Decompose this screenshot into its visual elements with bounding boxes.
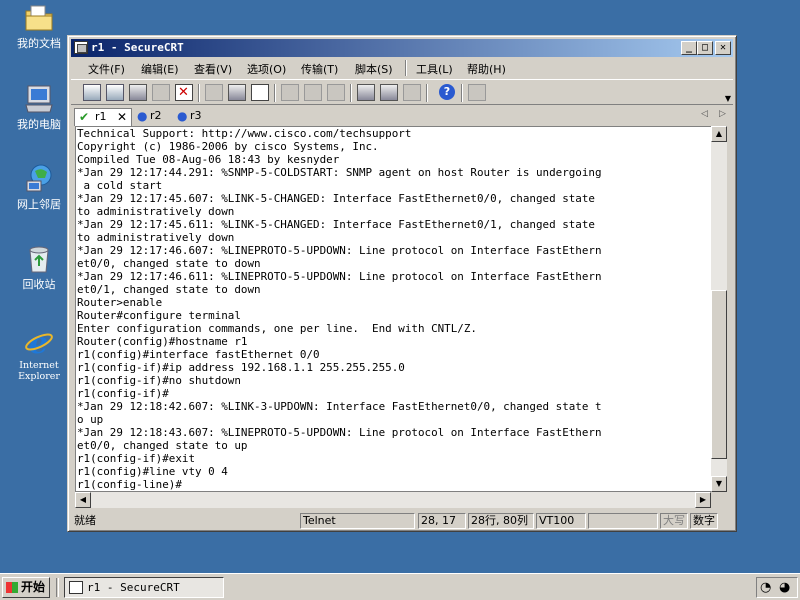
tab-label: r3 xyxy=(190,109,202,122)
volume-icon[interactable]: ◕ xyxy=(779,580,790,595)
windows-flag-icon xyxy=(6,582,18,593)
tab-r3[interactable]: ● r3 xyxy=(175,108,213,126)
tab-r2[interactable]: ● r2 xyxy=(135,108,173,126)
network-places-icon xyxy=(23,163,55,195)
toolbar: ? ▼ xyxy=(71,79,733,105)
status-num: 数字 xyxy=(690,513,718,529)
toolbar-separator xyxy=(426,84,428,102)
my-documents-icon xyxy=(23,2,55,34)
status-ready: 就绪 xyxy=(74,514,96,527)
taskbar-item-label: r1 - SecureCRT xyxy=(87,581,180,594)
scroll-right-icon[interactable]: ▶ xyxy=(695,492,711,508)
scroll-up-icon[interactable]: ▲ xyxy=(711,126,727,142)
find-icon[interactable] xyxy=(251,84,269,101)
menu-tools[interactable]: 工具(L) xyxy=(416,61,453,77)
desktop-icon-internet-explorer[interactable]: e Internet Explorer xyxy=(8,325,70,382)
tab-scroll-right-icon[interactable]: ▷ xyxy=(719,109,726,119)
help-icon[interactable]: ? xyxy=(439,84,455,100)
desktop-icon-label: 网上邻居 xyxy=(17,198,61,211)
status-bar: 就绪 Telnet 28, 17 28行, 80列 VT100 大写 数字 xyxy=(71,510,733,530)
menu-help[interactable]: 帮助(H) xyxy=(467,61,506,77)
session-tabs: ✔ r1 ✕ ● r2 ● r3 ◁ ▷ xyxy=(71,106,733,126)
menu-transfer[interactable]: 传输(T) xyxy=(301,61,338,77)
status-cursor: 28, 17 xyxy=(418,513,466,529)
svg-text:e: e xyxy=(29,326,48,357)
menu-view[interactable]: 查看(V) xyxy=(194,61,232,77)
scroll-left-icon[interactable]: ◀ xyxy=(75,492,91,508)
desktop-icon-label: 回收站 xyxy=(22,278,56,291)
menu-separator xyxy=(405,60,407,76)
menu-file[interactable]: 文件(F) xyxy=(88,61,125,77)
desktop-icon-my-computer[interactable]: 我的电脑 xyxy=(8,83,70,131)
reconnect-icon[interactable] xyxy=(152,84,170,101)
session-status-icon: ● xyxy=(177,109,188,123)
paste-icon[interactable] xyxy=(228,84,246,101)
desktop-icon-network-places[interactable]: 网上邻居 xyxy=(8,163,70,211)
taskbar-separator xyxy=(56,578,59,597)
desktop-icon-label: 我的文档 xyxy=(17,37,61,50)
horizontal-scrollbar[interactable]: ◀ ▶ xyxy=(75,492,711,508)
taskbar-item-securecrt[interactable]: r1 - SecureCRT xyxy=(64,577,224,598)
quick-connect-icon[interactable] xyxy=(106,84,124,101)
tab-label: r1 xyxy=(95,110,107,123)
scroll-thumb[interactable] xyxy=(711,290,727,459)
scroll-down-icon[interactable]: ▼ xyxy=(711,476,727,492)
global-options-icon[interactable] xyxy=(380,84,398,101)
desktop-icon-label: Internet Explorer xyxy=(18,360,60,382)
system-tray: ◔ ◕ xyxy=(756,577,798,598)
toolbar-separator xyxy=(461,84,463,102)
print-selection-icon[interactable] xyxy=(304,84,322,101)
status-protocol: Telnet xyxy=(300,513,415,529)
minimize-button[interactable]: _ xyxy=(681,41,697,55)
desktop-icon-my-documents[interactable]: 我的文档 xyxy=(8,2,70,50)
session-status-icon: ● xyxy=(137,109,148,123)
tab-scroll-left-icon[interactable]: ◁ xyxy=(701,109,708,119)
vertical-scrollbar[interactable]: ▲ ▼ xyxy=(711,126,727,492)
terminal-output: Technical Support: http://www.cisco.com/… xyxy=(77,127,602,491)
securecrt-app-icon[interactable] xyxy=(74,41,88,54)
tab-close-icon[interactable]: ✕ xyxy=(117,109,127,125)
status-blank xyxy=(588,513,658,529)
internet-explorer-icon: e xyxy=(23,325,55,361)
keymap-icon[interactable] xyxy=(403,84,421,101)
terminal-area[interactable]: Technical Support: http://www.cisco.com/… xyxy=(75,126,727,492)
toolbar-separator xyxy=(198,84,200,102)
start-button[interactable]: 开始 xyxy=(2,577,50,598)
menu-edit[interactable]: 编辑(E) xyxy=(141,61,179,77)
connect-tab-icon[interactable] xyxy=(129,84,147,101)
disconnect-icon[interactable] xyxy=(175,84,193,101)
start-label: 开始 xyxy=(21,580,46,594)
window-title: r1 - SecureCRT xyxy=(91,41,184,54)
tab-label: r2 xyxy=(150,109,162,122)
menu-bar: 文件(F) 编辑(E) 查看(V) 选项(O) 传输(T) 脚本(S) 工具(L… xyxy=(71,58,733,78)
toolbar-separator xyxy=(274,84,276,102)
desktop-icon-label: 我的电脑 xyxy=(17,118,61,131)
close-button[interactable]: ✕ xyxy=(715,41,731,55)
securecrt-window: r1 - SecureCRT _ □ ✕ 文件(F) 编辑(E) 查看(V) 选… xyxy=(67,35,737,532)
taskbar: 开始 r1 - SecureCRT ◔ ◕ xyxy=(0,573,800,600)
recycle-bin-icon xyxy=(23,243,55,275)
about-icon[interactable] xyxy=(468,84,486,101)
my-computer-icon xyxy=(23,83,55,115)
copy-icon[interactable] xyxy=(205,84,223,101)
print-setup-icon[interactable] xyxy=(281,84,299,101)
print-icon[interactable] xyxy=(327,84,345,101)
session-options-icon[interactable] xyxy=(357,84,375,101)
desktop-icon-recycle-bin[interactable]: 回收站 xyxy=(8,243,70,291)
menu-script[interactable]: 脚本(S) xyxy=(355,61,393,77)
network-status-icon[interactable]: ◔ xyxy=(760,580,771,595)
status-caps: 大写 xyxy=(660,513,688,529)
securecrt-app-icon xyxy=(69,581,83,594)
tab-r1[interactable]: ✔ r1 ✕ xyxy=(74,108,132,126)
title-bar[interactable]: r1 - SecureCRT _ □ ✕ xyxy=(71,39,733,57)
toolbar-overflow-icon[interactable]: ▼ xyxy=(725,94,731,103)
status-emulation: VT100 xyxy=(536,513,586,529)
status-size: 28行, 80列 xyxy=(468,513,534,529)
connect-icon[interactable] xyxy=(83,84,101,101)
menu-options[interactable]: 选项(O) xyxy=(247,61,286,77)
maximize-button[interactable]: □ xyxy=(697,41,713,55)
toolbar-separator xyxy=(350,84,352,102)
connected-check-icon: ✔ xyxy=(79,110,90,124)
